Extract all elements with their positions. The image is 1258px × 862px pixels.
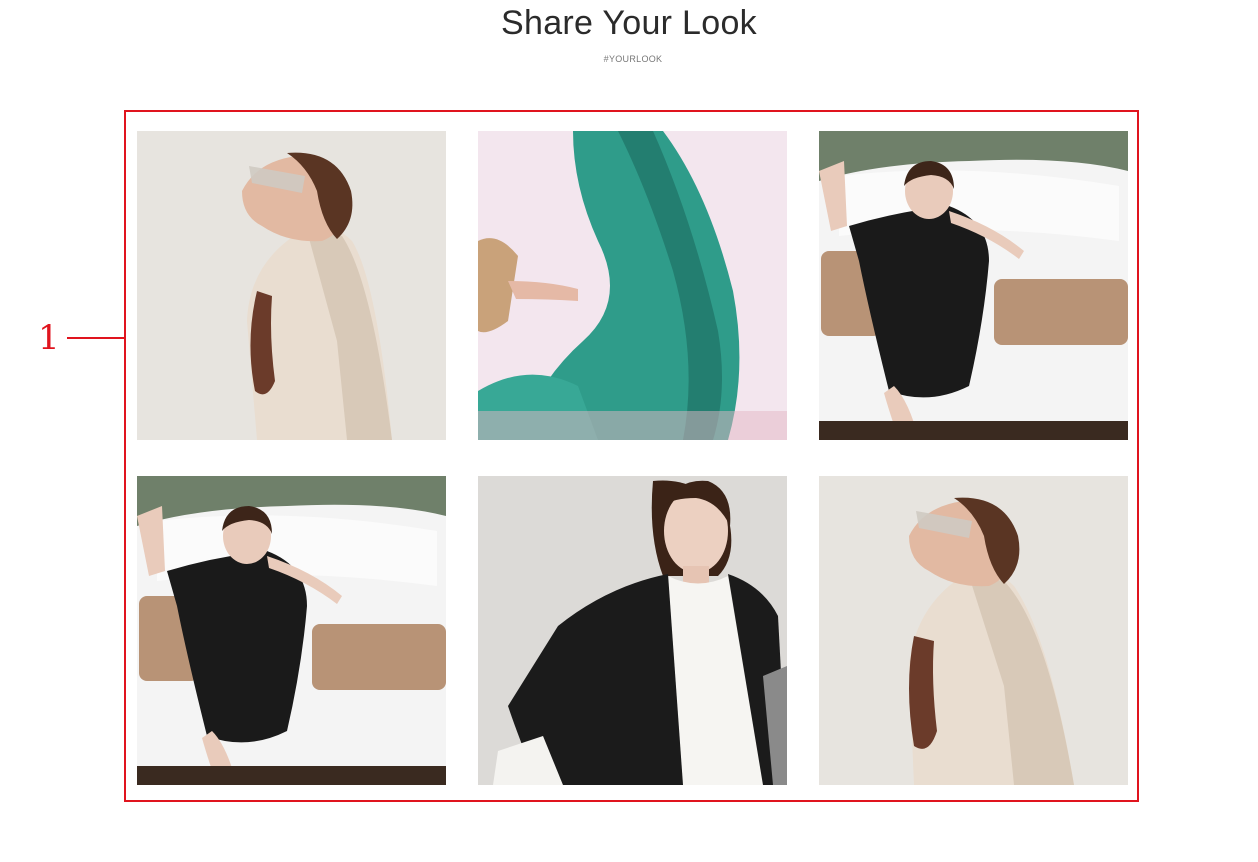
hashtag-subtitle: #YOURLOOK: [603, 54, 663, 64]
gallery-photo-1[interactable]: [137, 131, 446, 440]
gallery-photo-5[interactable]: [478, 476, 787, 785]
photo-woman-black-dress-bed: [137, 476, 446, 785]
gallery-photo-4[interactable]: [137, 476, 446, 785]
photo-woman-black-dress-bed: [819, 131, 1128, 440]
photo-woman-cream-coat: [137, 131, 446, 440]
photo-woman-cream-coat: [819, 476, 1128, 785]
annotation-label: 1: [38, 318, 60, 358]
photo-teal-fabric: [478, 131, 787, 440]
annotation-leader-line: [67, 337, 125, 339]
gallery-photo-3[interactable]: [819, 131, 1128, 440]
gallery-photo-6[interactable]: [819, 476, 1128, 785]
gallery-photo-2[interactable]: [478, 131, 787, 440]
page-title: Share Your Look: [501, 4, 757, 42]
photo-woman-black-cardigan: [478, 476, 787, 785]
